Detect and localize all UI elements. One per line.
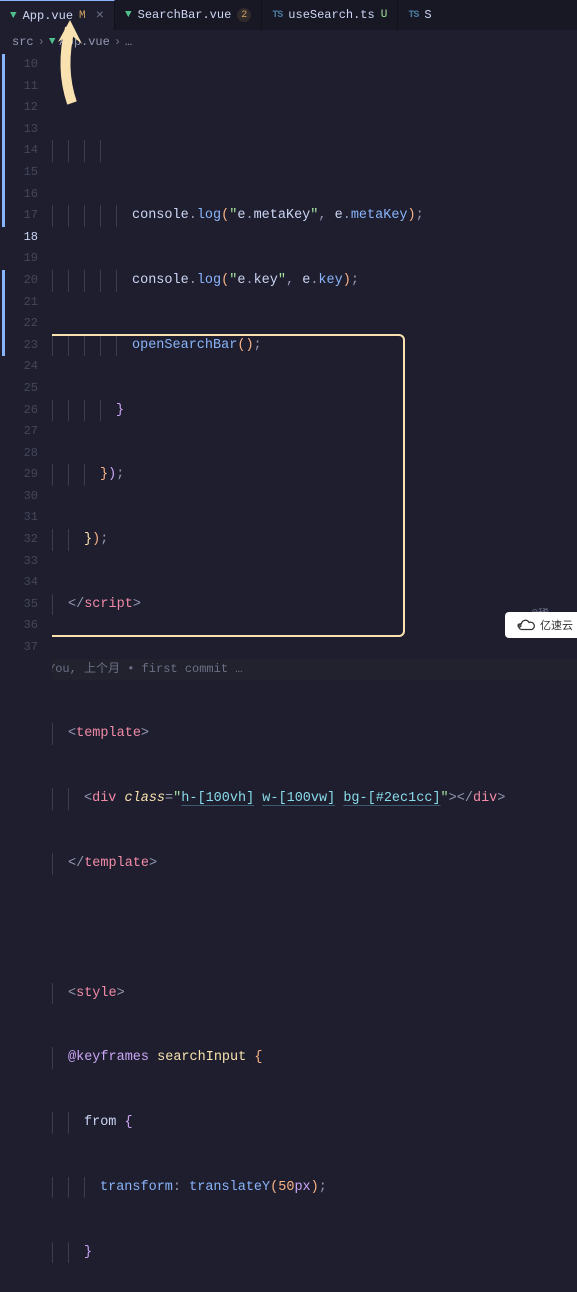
logo-watermark: 亿速云 <box>505 612 577 638</box>
git-status-m: M <box>79 10 86 22</box>
breadcrumb-item: src <box>12 35 34 49</box>
code-editor[interactable]: 1011 1213 1415 1617 1819 2021 2223 2425 … <box>0 54 577 1292</box>
ts-icon: TS <box>272 10 282 21</box>
git-gutter-modified <box>2 270 5 356</box>
chevron-right-icon: › <box>114 35 121 49</box>
ts-icon: TS <box>408 10 418 21</box>
vue-icon: ▼ <box>125 9 132 21</box>
git-status-u: U <box>381 9 388 21</box>
git-status-count: 2 <box>237 8 251 22</box>
tab-title: SearchBar.vue <box>138 8 232 22</box>
git-gutter-modified <box>2 54 5 227</box>
close-icon[interactable]: × <box>96 8 104 24</box>
tab-app-vue[interactable]: ▼ App.vue M × <box>0 0 115 30</box>
tab-title: App.vue <box>23 9 73 23</box>
tab-usesearch-ts[interactable]: TS useSearch.ts U <box>262 0 398 30</box>
tab-searchbar-vue[interactable]: ▼ SearchBar.vue 2 <box>115 0 262 30</box>
breadcrumb-item: … <box>125 35 132 49</box>
codelens[interactable]: You, 上个月 • first commit … <box>52 659 577 681</box>
vue-icon: ▼ <box>49 36 56 48</box>
vue-icon: ▼ <box>10 10 17 22</box>
tab-title: useSearch.ts <box>288 8 374 22</box>
breadcrumb[interactable]: src › ▼ App.vue › … <box>0 30 577 54</box>
breadcrumb-item: App.vue <box>59 35 109 49</box>
tab-partial[interactable]: TS S <box>398 0 441 30</box>
cloud-icon <box>513 618 535 632</box>
chevron-right-icon: › <box>38 35 45 49</box>
tab-title: S <box>424 8 431 22</box>
line-numbers: 1011 1213 1415 1617 1819 2021 2223 2425 … <box>0 54 52 1292</box>
editor-tabs: ▼ App.vue M × ▼ SearchBar.vue 2 TS useSe… <box>0 0 577 30</box>
code-content[interactable]: console.log("e.metaKey", e.metaKey); con… <box>52 54 577 1292</box>
